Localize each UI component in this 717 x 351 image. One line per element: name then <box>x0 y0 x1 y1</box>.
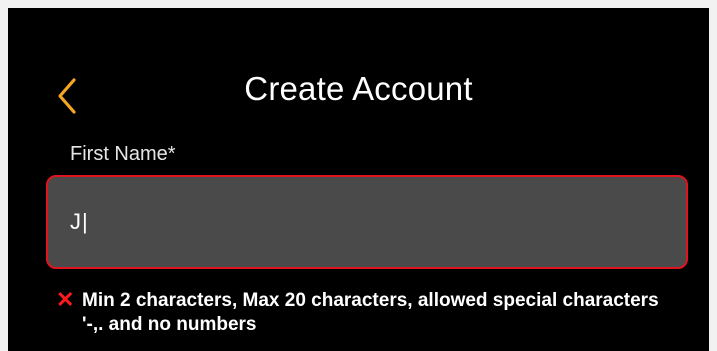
page-title: Create Account <box>244 70 473 107</box>
text-caret: | <box>82 209 88 234</box>
first-name-value: J <box>70 209 81 234</box>
create-account-screen: Create Account First Name* J | ✕ Min 2 ch… <box>8 8 709 351</box>
validation-error-message: Min 2 characters, Max 20 characters, all… <box>82 290 659 335</box>
x-mark-icon: ✕ <box>56 287 75 312</box>
validation-error: ✕ Min 2 characters, Max 20 characters, a… <box>56 289 666 337</box>
first-name-input[interactable]: J | <box>46 175 688 269</box>
first-name-label: First Name* <box>70 143 176 165</box>
